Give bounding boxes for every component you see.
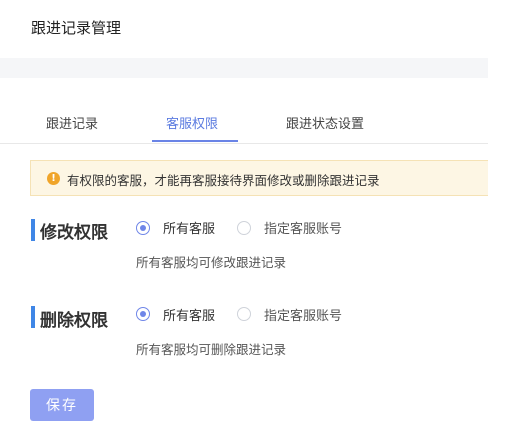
save-button[interactable]: 保存 [30, 389, 94, 421]
warning-icon: ! [47, 172, 60, 185]
section-accent-bar [31, 219, 35, 241]
edit-all-agents-label[interactable]: 所有客服 [163, 218, 215, 237]
header-divider-band [0, 58, 488, 78]
page-title: 跟进记录管理 [31, 19, 122, 37]
active-tab-indicator [152, 140, 238, 142]
section-accent-bar [31, 306, 35, 328]
delete-permission-hint: 所有客服均可删除跟进记录 [136, 342, 287, 357]
delete-all-agents-label[interactable]: 所有客服 [163, 305, 215, 324]
permission-notice: ! 有权限的客服，才能再客服接待界面修改或删除跟进记录 [30, 160, 488, 196]
delete-specific-accounts-radio[interactable] [237, 307, 251, 321]
notice-text: 有权限的客服，才能再客服接待界面修改或删除跟进记录 [67, 173, 380, 188]
edit-permission-hint: 所有客服均可修改跟进记录 [136, 255, 287, 270]
edit-all-agents-radio[interactable] [136, 221, 150, 235]
tab-follow-up-records[interactable]: 跟进记录 [46, 113, 98, 132]
tab-bar: 跟进记录 客服权限 跟进状态设置 [0, 105, 488, 144]
delete-all-agents-radio[interactable] [136, 307, 150, 321]
tab-agent-permissions[interactable]: 客服权限 [166, 113, 218, 132]
edit-permission-title: 修改权限 [40, 223, 108, 243]
edit-specific-accounts-radio[interactable] [237, 221, 251, 235]
edit-specific-accounts-label[interactable]: 指定客服账号 [264, 218, 342, 237]
tab-follow-up-status-settings[interactable]: 跟进状态设置 [286, 113, 364, 132]
delete-specific-accounts-label[interactable]: 指定客服账号 [264, 305, 342, 324]
delete-permission-title: 删除权限 [40, 311, 108, 331]
